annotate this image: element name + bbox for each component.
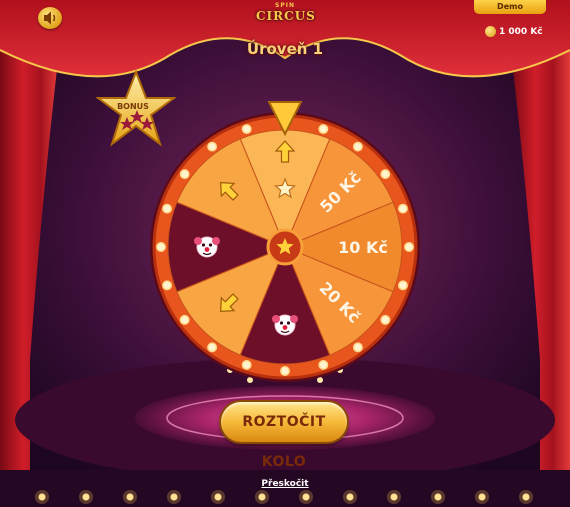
sound-icon <box>44 11 56 25</box>
spin-circus-logo: SPIN CIRCUS <box>256 2 316 36</box>
rim-bulb <box>318 359 329 370</box>
balance-display: 1 000 Kč <box>485 21 543 37</box>
rim-bulb <box>207 342 218 353</box>
demo-button[interactable]: Demo <box>474 0 546 14</box>
level-title: Úroveň 1 <box>246 40 324 58</box>
rim-bulb <box>380 314 391 325</box>
rim-bulb <box>241 359 252 370</box>
skip-link[interactable]: Přeskočit <box>240 479 330 489</box>
rim-bulb <box>162 203 173 214</box>
rim-bulb <box>156 242 166 252</box>
rim-bulb <box>241 124 252 135</box>
rim-bulb <box>352 342 363 353</box>
rim-bulb <box>318 124 329 135</box>
logo-main-text: CIRCUS <box>256 9 316 23</box>
rim-bulb <box>280 366 290 376</box>
rim-bulb <box>179 314 190 325</box>
rim-bulb <box>397 280 408 291</box>
rim-bulb <box>352 141 363 152</box>
rim-bulb <box>404 242 414 252</box>
coin-icon <box>485 26 496 37</box>
game-stage: BONUS 50 Kč 10 Kč 20 Kč SPIN CIRCUS Úroveň… <box>0 0 570 507</box>
rim-bulb <box>162 280 173 291</box>
rim-bulb <box>179 169 190 180</box>
rim-bulb <box>397 203 408 214</box>
rim-bulb <box>207 141 218 152</box>
rim-bulb <box>380 169 391 180</box>
prize-label: 10 Kč <box>338 238 388 257</box>
sound-toggle-button[interactable] <box>38 7 62 29</box>
balance-amount: 1 000 Kč <box>499 26 543 37</box>
spin-wheel-button[interactable]: ROZTOČIT KOLO <box>221 402 347 470</box>
